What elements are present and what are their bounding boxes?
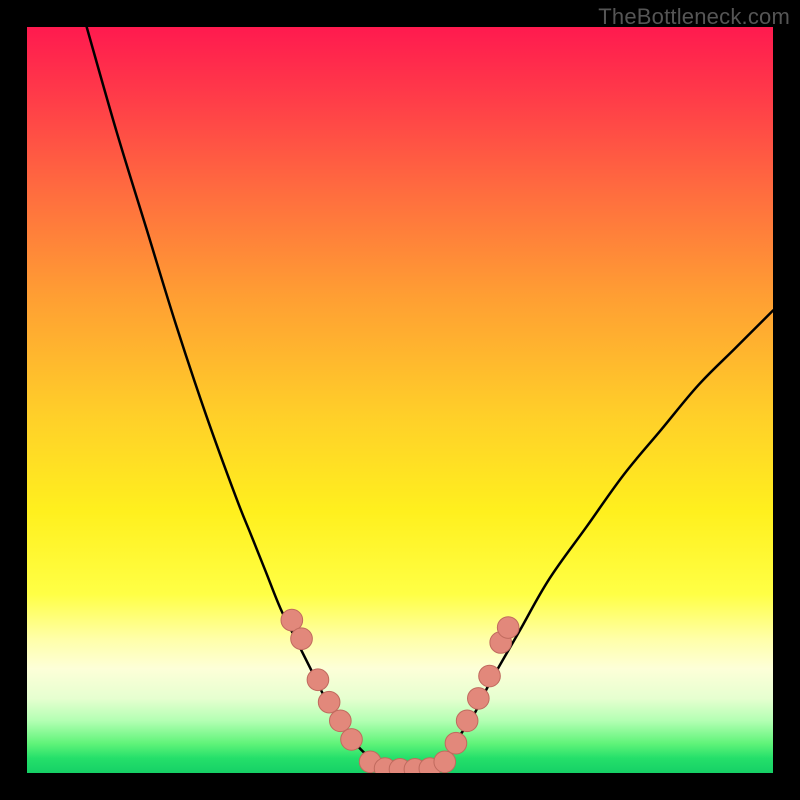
- marker-point: [468, 688, 490, 710]
- marker-point: [341, 729, 363, 751]
- curve-markers: [281, 609, 519, 773]
- marker-point: [445, 732, 467, 754]
- marker-point: [456, 710, 478, 732]
- marker-point: [330, 710, 352, 732]
- plot-area: [27, 27, 773, 773]
- series-left-curve: [87, 27, 385, 769]
- marker-point: [318, 691, 340, 713]
- chart-frame: TheBottleneck.com: [0, 0, 800, 800]
- marker-point: [497, 617, 519, 639]
- marker-point: [307, 669, 329, 691]
- curve-layer: [27, 27, 773, 773]
- curve-paths: [87, 27, 773, 773]
- marker-point: [479, 665, 501, 687]
- marker-point: [291, 628, 313, 650]
- attribution-label: TheBottleneck.com: [598, 4, 790, 30]
- marker-point: [434, 751, 456, 773]
